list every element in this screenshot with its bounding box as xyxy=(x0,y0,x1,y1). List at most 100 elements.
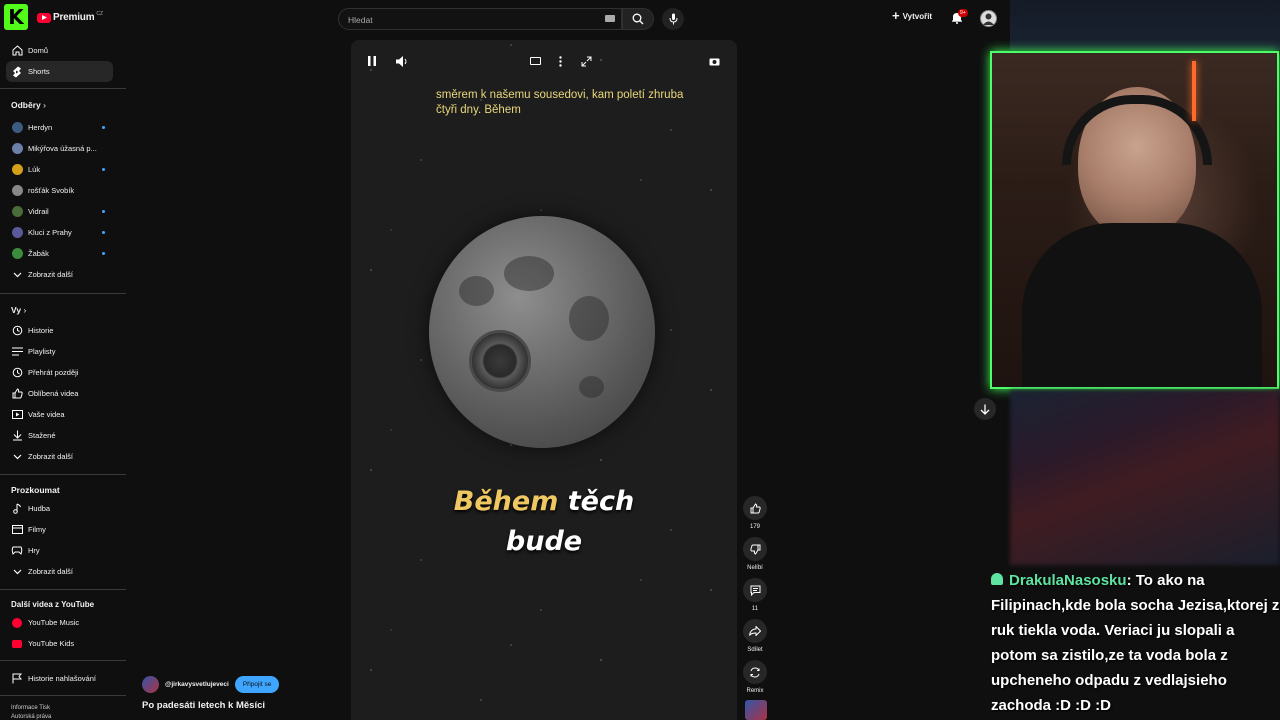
sidebar-sub-zabak[interactable]: Žabák xyxy=(6,243,113,264)
share-icon xyxy=(749,626,761,636)
share-button[interactable]: Sdílet xyxy=(742,619,768,653)
sidebar-item-report-history[interactable]: Historie nahlašování xyxy=(6,668,113,689)
create-button[interactable]: + Vytvořit xyxy=(892,8,932,23)
you-heading[interactable]: Vy › xyxy=(11,305,26,315)
subtitle-text: směrem k našemu sousedovi, kam poletí zh… xyxy=(436,89,684,116)
sidebar-sub-rostak[interactable]: rošťák Svobík xyxy=(6,180,113,201)
comment-count: 11 xyxy=(751,606,759,612)
sidebar-sub-mikyr[interactable]: Mikýřova úžasná p... xyxy=(6,138,113,159)
channel-handle[interactable]: @jirkavysvetlujeveci xyxy=(165,681,229,688)
voice-search-button[interactable] xyxy=(662,8,684,30)
sidebar-item-playlists[interactable]: Playlisty xyxy=(6,341,113,362)
sidebar-item-label: Oblíbená videa xyxy=(28,389,79,398)
comments-button[interactable]: 11 xyxy=(742,578,768,612)
new-content-dot xyxy=(102,210,105,213)
divider xyxy=(0,293,126,294)
sidebar-item-label: rošťák Svobík xyxy=(28,186,75,195)
caption-line-2: bude xyxy=(505,526,583,557)
shorts-video-player[interactable]: směrem k našemu sousedovi, kam poletí zh… xyxy=(351,40,737,720)
sidebar-sub-luk[interactable]: Lúk xyxy=(6,159,113,180)
search-input[interactable]: Hledat xyxy=(338,8,622,30)
channel-avatar xyxy=(11,248,23,259)
channel-avatar xyxy=(11,185,23,196)
logo-badge[interactable]: K xyxy=(4,4,28,30)
keyboard-icon[interactable] xyxy=(605,15,615,22)
more-options-button[interactable] xyxy=(553,52,567,70)
space-station-image xyxy=(469,330,531,392)
webcam-overlay xyxy=(990,51,1279,389)
pause-button[interactable] xyxy=(363,52,381,70)
sidebar-item-liked[interactable]: Oblíbená videa xyxy=(6,383,113,404)
sidebar-item-label: Vidrail xyxy=(28,207,49,216)
sidebar-item-your-videos[interactable]: Vaše videa xyxy=(6,404,113,425)
chat-username: DrakulaNasosku xyxy=(1009,572,1127,589)
search-button[interactable] xyxy=(622,8,654,30)
sidebar-item-downloads[interactable]: Stažené xyxy=(6,425,113,446)
streamer-shirt xyxy=(1022,223,1262,387)
chevron-down-icon xyxy=(6,272,28,278)
sidebar-item-label: Hudba xyxy=(28,504,51,513)
sidebar-sub-herdyn[interactable]: Herdyn xyxy=(6,117,113,138)
video-icon xyxy=(6,410,28,419)
comment-icon xyxy=(750,585,760,596)
youtube-kids-icon xyxy=(6,639,28,648)
like-button[interactable]: 179 xyxy=(742,496,768,530)
camera-icon xyxy=(709,58,719,65)
next-video-button[interactable] xyxy=(974,398,996,420)
sidebar-sub-vidrail[interactable]: Vidrail xyxy=(6,201,113,222)
sidebar-item-history[interactable]: Historie xyxy=(6,320,113,341)
youtube-logo[interactable]: Premium CZ xyxy=(37,11,103,23)
notification-badge: 9+ xyxy=(958,9,968,17)
sidebar-item-youtube-music[interactable]: YouTube Music xyxy=(6,612,113,633)
camera-button[interactable] xyxy=(705,52,723,70)
sidebar-item-gaming[interactable]: Hry xyxy=(6,540,113,561)
channel-avatar xyxy=(11,164,23,175)
history-icon xyxy=(6,325,28,336)
fullscreen-button[interactable] xyxy=(577,52,595,70)
user-icon xyxy=(983,13,994,25)
subscribe-button[interactable]: Připojit se xyxy=(234,676,280,693)
remix-button[interactable]: Remix xyxy=(742,660,768,694)
footer-copyright[interactable]: Autorská práva xyxy=(11,714,51,720)
sidebar-item-music[interactable]: Hudba xyxy=(6,498,113,519)
divider xyxy=(0,660,126,661)
dislike-button[interactable]: Nelíbí xyxy=(742,537,768,571)
sidebar-item-shorts[interactable]: Shorts xyxy=(6,61,113,82)
sidebar-item-label: Lúk xyxy=(28,165,41,174)
account-avatar[interactable] xyxy=(980,10,997,27)
flag-icon xyxy=(6,673,28,684)
new-content-dot xyxy=(102,231,105,234)
sidebar-show-more-explore[interactable]: Zobrazit další xyxy=(6,561,113,582)
sidebar-item-youtube-kids[interactable]: YouTube Kids xyxy=(6,633,113,654)
sidebar-item-movies[interactable]: Filmy xyxy=(6,519,113,540)
sidebar-sub-kluci[interactable]: Kluci z Prahy xyxy=(6,222,113,243)
audio-thumbnail[interactable] xyxy=(745,700,767,720)
share-label: Sdílet xyxy=(747,647,763,653)
sidebar-show-more-subs[interactable]: Zobrazit další xyxy=(6,264,113,285)
sidebar-item-watch-later[interactable]: Přehrát později xyxy=(6,362,113,383)
caption-line-1: Během těch xyxy=(351,486,737,517)
captions-button[interactable] xyxy=(527,52,543,70)
youtube-play-icon xyxy=(37,12,51,23)
music-icon xyxy=(6,503,28,514)
like-count: 179 xyxy=(749,524,760,530)
sidebar-show-more-you[interactable]: Zobrazit další xyxy=(6,446,113,467)
captions-icon xyxy=(529,57,541,65)
channel-avatar[interactable] xyxy=(142,676,159,693)
sidebar-item-label: Vaše videa xyxy=(28,410,65,419)
volume-button[interactable] xyxy=(393,52,411,70)
sidebar-item-label: Žabák xyxy=(28,249,49,258)
sidebar-item-home[interactable]: Domů xyxy=(6,40,113,61)
notifications-button[interactable]: 9+ xyxy=(951,9,969,27)
playlist-icon xyxy=(6,347,28,356)
channel-avatar xyxy=(11,227,23,238)
volume-icon xyxy=(395,55,406,67)
subscriptions-heading[interactable]: Odběry › xyxy=(11,100,46,110)
sidebar-item-label: Historie xyxy=(28,326,54,335)
plus-icon: + xyxy=(892,8,900,23)
video-title[interactable]: Po padesáti letech k Měsíci xyxy=(142,700,265,711)
youtube-music-icon xyxy=(6,617,28,628)
sidebar-item-label: Zobrazit další xyxy=(28,567,74,576)
footer-links[interactable]: Informace Tisk xyxy=(11,705,50,711)
shorts-icon xyxy=(6,66,28,78)
